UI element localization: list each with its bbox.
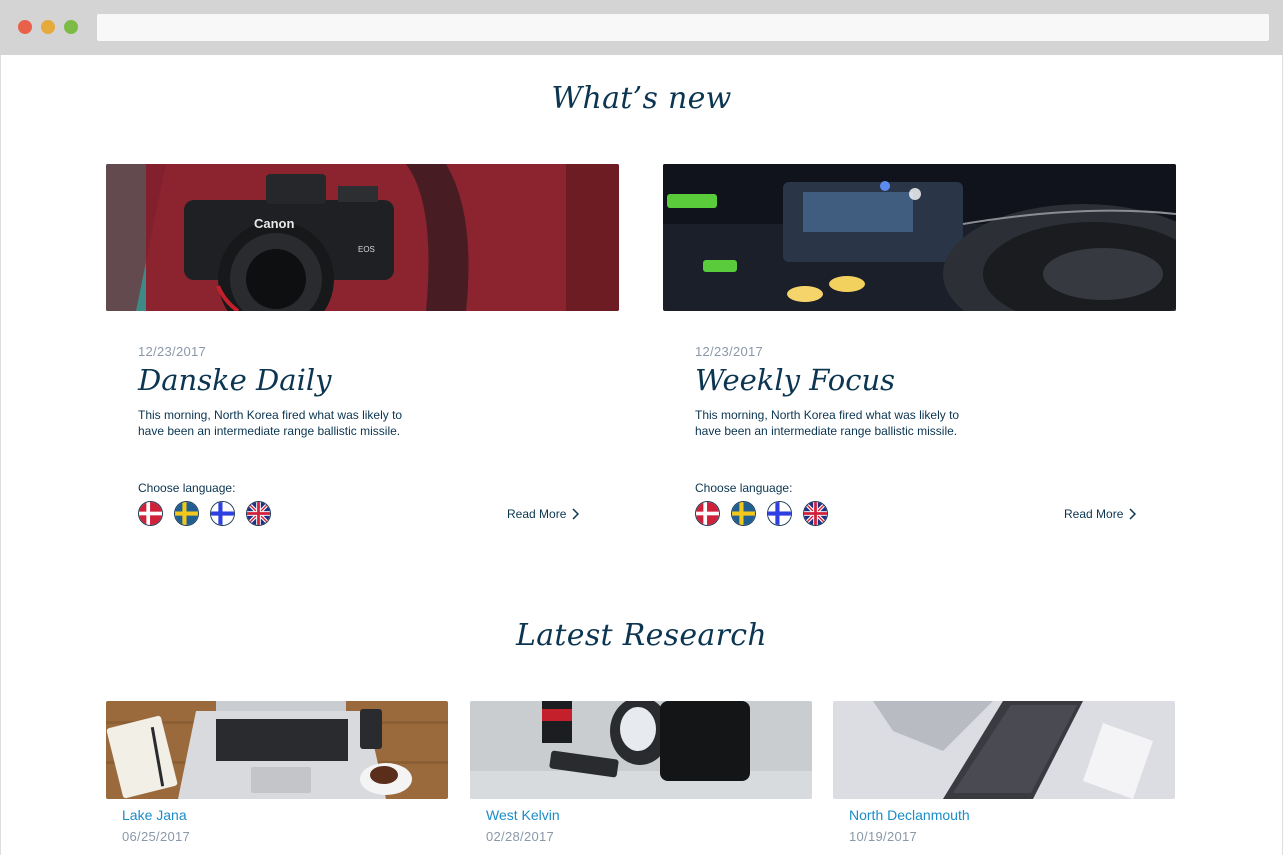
read-more-label: Read More xyxy=(507,507,567,521)
maximize-window-button[interactable] xyxy=(64,20,78,34)
uk-flag-icon[interactable] xyxy=(246,501,271,526)
research-image-keyboard[interactable] xyxy=(833,701,1175,799)
news-title[interactable]: Danske Daily xyxy=(138,363,332,397)
read-more-link[interactable]: Read More xyxy=(1064,507,1137,521)
research-image-laptop-desk[interactable] xyxy=(106,701,448,799)
choose-language-label: Choose language: xyxy=(138,481,236,495)
news-date: 12/23/2017 xyxy=(695,344,764,359)
svg-text:EOS: EOS xyxy=(358,245,375,254)
svg-text:Canon: Canon xyxy=(254,216,295,231)
news-date: 12/23/2017 xyxy=(138,344,207,359)
chevron-right-icon xyxy=(1129,508,1137,520)
swedish-flag-icon[interactable] xyxy=(731,501,756,526)
news-image-dj-turntable[interactable] xyxy=(663,164,1176,311)
finnish-flag-icon[interactable] xyxy=(767,501,792,526)
news-title[interactable]: Weekly Focus xyxy=(695,363,895,397)
research-date: 06/25/2017 xyxy=(122,829,191,844)
uk-flag-icon[interactable] xyxy=(803,501,828,526)
news-image-canon-camera[interactable]: Canon EOS xyxy=(106,164,619,311)
whats-new-title: What’s new xyxy=(551,81,732,116)
minimize-window-button[interactable] xyxy=(41,20,55,34)
language-flags xyxy=(695,501,828,526)
research-date: 10/19/2017 xyxy=(849,829,918,844)
research-title-link[interactable]: Lake Jana xyxy=(122,807,187,823)
news-description: This morning, North Korea fired what was… xyxy=(695,408,960,438)
danish-flag-icon[interactable] xyxy=(695,501,720,526)
close-window-button[interactable] xyxy=(18,20,32,34)
finnish-flag-icon[interactable] xyxy=(210,501,235,526)
swedish-flag-icon[interactable] xyxy=(174,501,199,526)
address-bar[interactable] xyxy=(97,14,1269,41)
read-more-label: Read More xyxy=(1064,507,1124,521)
latest-research-title: Latest Research xyxy=(516,618,767,653)
language-flags xyxy=(138,501,271,526)
danish-flag-icon[interactable] xyxy=(138,501,163,526)
chevron-right-icon xyxy=(572,508,580,520)
research-title-link[interactable]: West Kelvin xyxy=(486,807,560,823)
research-date: 02/28/2017 xyxy=(486,829,555,844)
news-description: This morning, North Korea fired what was… xyxy=(138,408,403,438)
browser-toolbar xyxy=(0,0,1283,55)
research-image-camera-sdcard[interactable] xyxy=(470,701,812,799)
read-more-link[interactable]: Read More xyxy=(507,507,580,521)
research-title-link[interactable]: North Declanmouth xyxy=(849,807,970,823)
choose-language-label: Choose language: xyxy=(695,481,793,495)
